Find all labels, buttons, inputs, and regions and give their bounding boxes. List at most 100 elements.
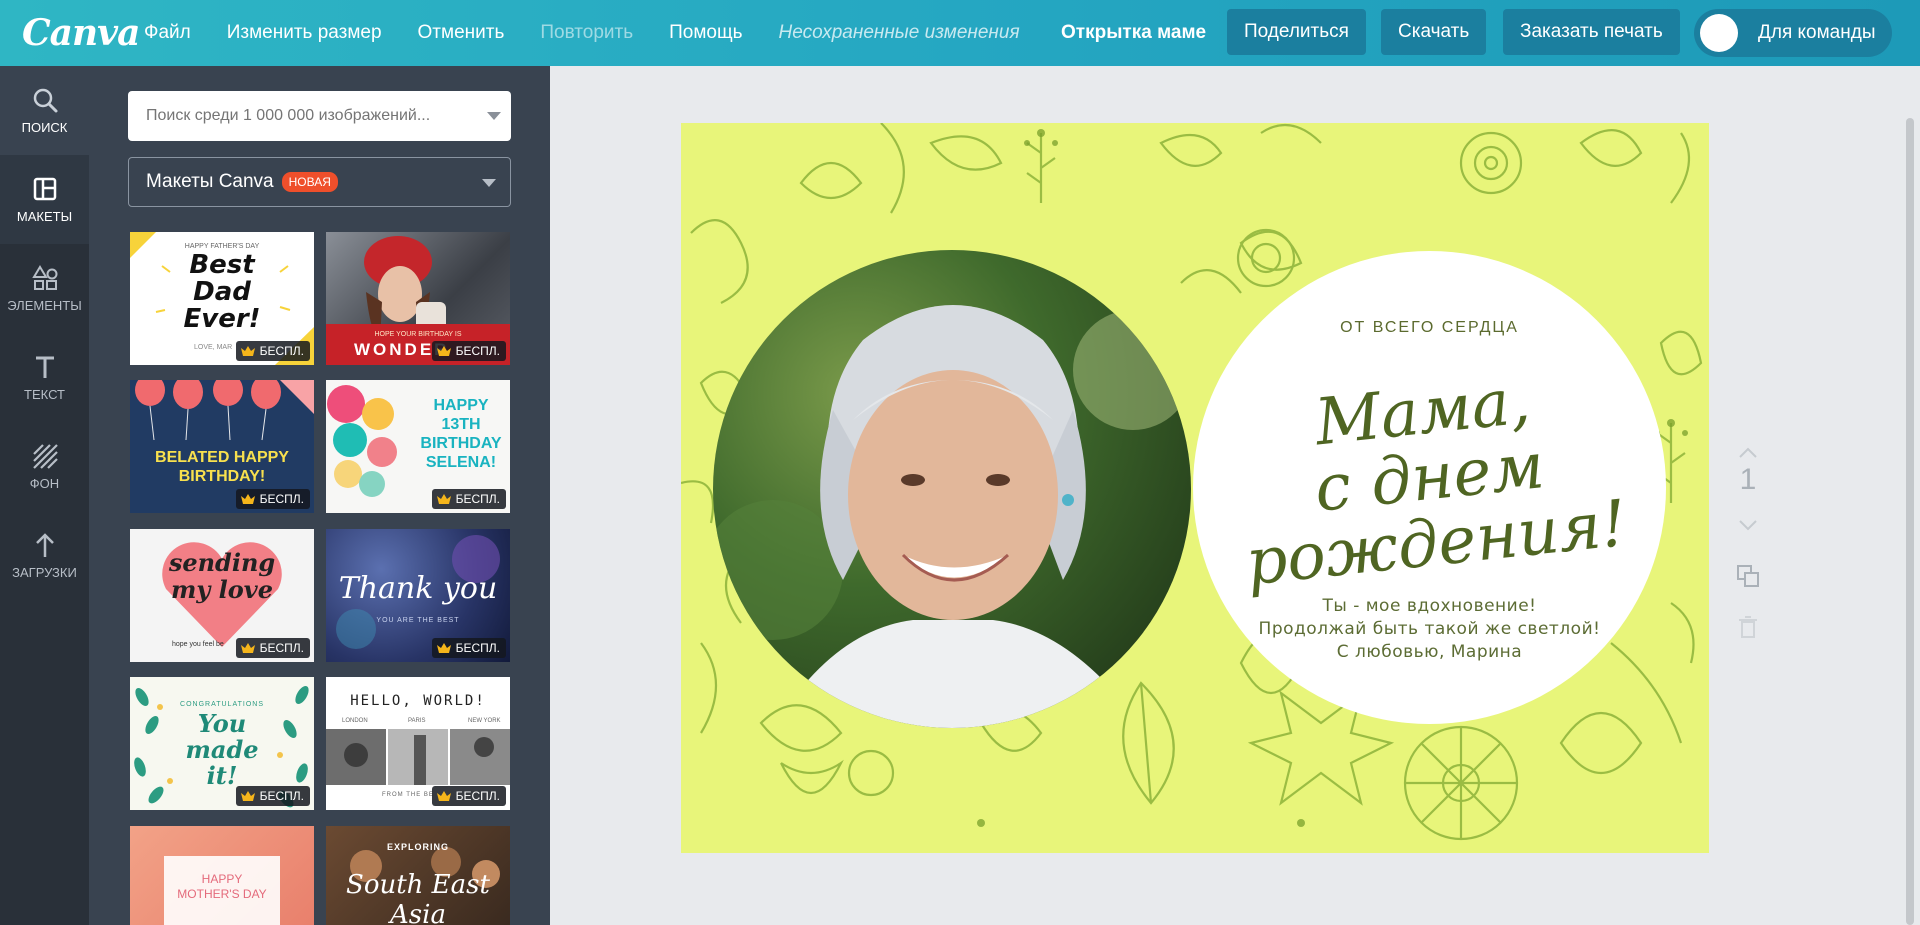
template-text: FROM THE BE — [382, 792, 434, 798]
message-circle[interactable]: ОТ ВСЕГО СЕРДЦА Мама, с днем рождения! Т… — [1193, 251, 1666, 724]
template-text: HOPE YOUR BIRTHDAY IS — [374, 331, 462, 338]
template-line: BELATED HAPPY — [155, 449, 289, 466]
upload-icon — [35, 533, 54, 557]
crown-icon — [436, 346, 451, 356]
nav-background[interactable]: ФОН — [0, 422, 89, 511]
template-card[interactable]: CONGRATULATIONS You made it! БЕСПЛ. — [130, 677, 314, 810]
template-text: YOU ARE THE BEST — [376, 617, 460, 624]
template-line: MOTHER'S DAY — [177, 887, 267, 901]
team-label: Для команды — [1758, 22, 1876, 43]
design-card[interactable]: ОТ ВСЕГО СЕРДЦА Мама, с днем рождения! Т… — [681, 123, 1709, 853]
template-card[interactable]: HELLO, WORLD! LONDON PARIS NEW YORK FROM… — [326, 677, 510, 810]
template-card[interactable]: HAPPY MOTHER'S DAY — [130, 826, 314, 925]
free-badge: БЕСПЛ. — [235, 638, 310, 658]
menu-redo[interactable]: Повторить — [540, 22, 633, 44]
free-label: БЕСПЛ. — [455, 641, 500, 655]
template-text: You made it! — [130, 711, 314, 789]
free-label: БЕСПЛ. — [455, 492, 500, 506]
template-source-select[interactable]: Макеты Canva НОВАЯ — [128, 157, 511, 207]
search-icon — [33, 88, 57, 113]
nav-text[interactable]: ТЕКСТ — [0, 333, 89, 422]
free-label: БЕСПЛ. — [259, 344, 304, 358]
crown-icon — [436, 791, 451, 801]
template-line: HAPPY — [433, 397, 489, 414]
share-button[interactable]: Поделиться — [1227, 9, 1366, 55]
template-text: LONDON — [342, 718, 368, 724]
template-text: NEW YORK — [468, 718, 501, 724]
menu-resize[interactable]: Изменить размер — [227, 22, 382, 44]
download-button[interactable]: Скачать — [1381, 9, 1487, 55]
free-label: БЕСПЛ. — [259, 789, 304, 803]
crown-icon — [436, 643, 451, 653]
search-input[interactable] — [128, 91, 511, 141]
template-card[interactable]: HAPPY FATHER'S DAY Best Dad Ever! LOVE, … — [130, 232, 314, 365]
layouts-icon — [33, 177, 56, 201]
template-card[interactable]: HAPPY 13TH BIRTHDAY SELENA! БЕСПЛ. — [326, 380, 510, 513]
nav-elements[interactable]: ЭЛЕМЕНТЫ — [0, 244, 89, 333]
card-heading[interactable]: Мама, с днем рождения! — [1184, 355, 1675, 601]
template-line: Best — [189, 250, 255, 280]
template-line: BIRTHDAY! — [178, 468, 266, 485]
crown-icon — [436, 494, 451, 504]
free-label: БЕСПЛ. — [455, 344, 500, 358]
photo-frame[interactable] — [713, 250, 1191, 728]
free-badge: БЕСПЛ. — [431, 638, 506, 658]
template-text: LOVE, MAR — [194, 344, 233, 351]
template-line: sending — [168, 548, 276, 577]
save-status: Несохраненные изменения — [778, 22, 1020, 43]
template-text: EXPLORING — [386, 842, 449, 852]
top-bar: Canva Файл Изменить размер Отменить Повт… — [0, 0, 1920, 66]
menu-undo[interactable]: Отменить — [418, 22, 505, 44]
template-text: South East Asia — [346, 870, 490, 925]
template-text: Best Dad Ever! — [130, 252, 314, 333]
template-card[interactable]: HOPE YOUR BIRTHDAY IS WONDER БЕСПЛ. — [326, 232, 510, 365]
template-line: BIRTHDAY — [420, 435, 502, 452]
menu-help[interactable]: Помощь — [669, 22, 742, 44]
workspace-scrollbar[interactable] — [1906, 118, 1914, 925]
new-badge: НОВАЯ — [281, 172, 338, 192]
crown-icon — [240, 346, 255, 356]
select-value: Макеты Canva — [146, 171, 274, 192]
side-nav: ПОИСК МАКЕТЫ ЭЛЕМЕНТЫ ТЕКСТ ФОН ЗАГРУЗКИ — [0, 66, 89, 925]
templates-panel: Макеты Canva НОВАЯ HAPPY FATHER'S DAY Be… — [89, 66, 550, 925]
portrait-photo — [713, 250, 1191, 728]
template-text: HAPPY MOTHER'S DAY — [130, 872, 314, 902]
free-badge: БЕСПЛ. — [431, 786, 506, 806]
crown-icon — [240, 494, 255, 504]
nav-search[interactable]: ПОИСК — [0, 66, 89, 155]
nav-uploads[interactable]: ЗАГРУЗКИ — [0, 511, 89, 600]
free-label: БЕСПЛ. — [259, 641, 304, 655]
template-text: CONGRATULATIONS — [180, 701, 264, 708]
duplicate-page-icon[interactable] — [1735, 563, 1761, 589]
card-message[interactable]: Ты - мое вдохновение! Продолжай быть так… — [1193, 595, 1666, 664]
template-line: 13TH — [441, 416, 481, 433]
canva-logo[interactable]: Canva — [22, 12, 144, 54]
background-icon — [32, 444, 58, 469]
template-text: HELLO, WORLD! — [350, 693, 486, 709]
chevron-down-icon[interactable] — [487, 112, 501, 120]
card-eyebrow[interactable]: ОТ ВСЕГО СЕРДЦА — [1193, 319, 1666, 337]
nav-elements-label: ЭЛЕМЕНТЫ — [7, 298, 82, 313]
nav-layouts[interactable]: МАКЕТЫ — [0, 155, 89, 244]
delete-page-icon[interactable] — [1735, 614, 1761, 640]
template-card[interactable]: Thank you YOU ARE THE BEST БЕСПЛ. — [326, 529, 510, 662]
print-button[interactable]: Заказать печать — [1503, 9, 1680, 55]
template-text: HAPPY FATHER'S DAY — [184, 243, 260, 250]
nav-text-label: ТЕКСТ — [24, 387, 65, 402]
message-line: Продолжай быть такой же светлой! — [1258, 619, 1601, 639]
page-number: 1 — [1739, 463, 1757, 496]
chevron-down-icon — [482, 179, 496, 187]
page-down-icon[interactable] — [1735, 512, 1761, 538]
team-toggle[interactable]: Для команды — [1694, 9, 1892, 57]
template-card[interactable]: BELATED HAPPY BIRTHDAY! БЕСПЛ. — [130, 380, 314, 513]
menu-file[interactable]: Файл — [144, 22, 191, 44]
template-text: Thank you — [338, 571, 498, 606]
template-line: SELENA! — [425, 454, 497, 471]
template-card[interactable]: sending my love hope you feel be БЕСПЛ. — [130, 529, 314, 662]
free-label: БЕСПЛ. — [259, 492, 304, 506]
text-icon — [35, 356, 54, 378]
template-card[interactable]: EXPLORING South East Asia — [326, 826, 510, 925]
design-title[interactable]: Открытка маме — [1061, 0, 1206, 66]
free-badge: БЕСПЛ. — [431, 489, 506, 509]
template-text: hope you feel be — [172, 641, 224, 648]
